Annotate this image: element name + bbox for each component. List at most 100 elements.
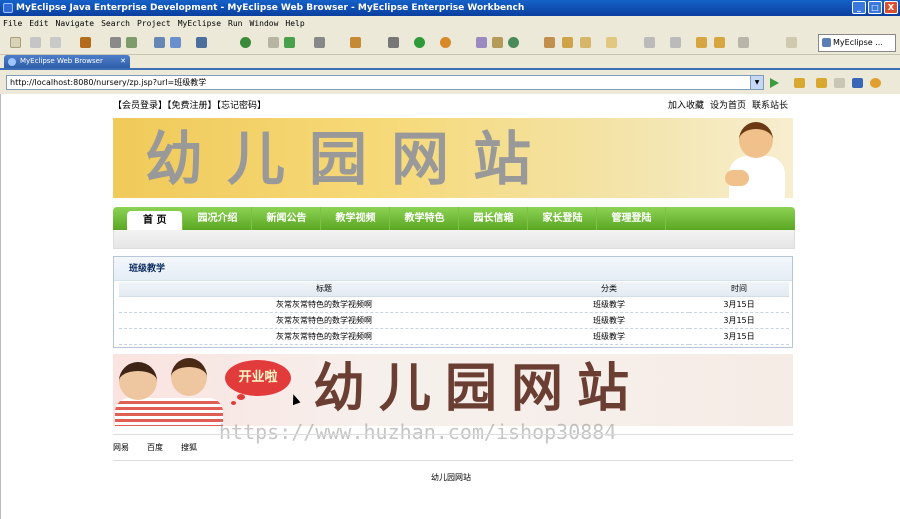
server-icon[interactable]	[126, 37, 137, 48]
table-row: 灰常灰常特色的数学视频啊 班级教学 3月15日	[119, 312, 789, 329]
myeclipse-app-icon	[3, 3, 13, 13]
nav-parent-login[interactable]: 家长登陆	[528, 207, 598, 230]
pencil-icon[interactable]	[562, 37, 573, 48]
menu-myeclipse[interactable]: MyEclipse	[178, 19, 221, 28]
open-resource-icon[interactable]	[492, 37, 503, 48]
web-project-icon[interactable]	[196, 37, 207, 48]
menu-file[interactable]: File	[3, 19, 22, 28]
refresh-icon[interactable]	[508, 37, 519, 48]
refresh-icon[interactable]	[870, 78, 881, 88]
menu-window[interactable]: Window	[250, 19, 279, 28]
folder-icon[interactable]	[268, 37, 279, 48]
bubble-tail	[237, 394, 245, 400]
tab-web-browser[interactable]: MyEclipse Web Browser ✕	[4, 55, 130, 68]
maximize-button[interactable]: □	[868, 1, 882, 14]
deploy-2-icon[interactable]	[170, 37, 181, 48]
stop-icon[interactable]	[852, 78, 863, 88]
content-box: 班级教学 标题 分类 时间 灰常灰常特色的数学视频啊 班级教学 3月15日 灰常…	[113, 256, 793, 348]
utility-links: 加入收藏 设为首页 联系站长	[668, 98, 788, 111]
favorites-icon[interactable]	[794, 78, 805, 88]
camera-icon[interactable]	[314, 37, 325, 48]
search-icon[interactable]	[606, 37, 617, 48]
external-tools-icon[interactable]	[440, 37, 451, 48]
save-icon[interactable]	[30, 37, 41, 48]
gear-icon[interactable]	[388, 37, 399, 48]
forward-icon[interactable]	[834, 78, 845, 88]
window-title: MyEclipse Java Enterprise Development - …	[16, 3, 525, 13]
perspective-switcher[interactable]: MyEclipse ...	[818, 34, 896, 52]
add-favorite-link[interactable]: 加入收藏	[668, 98, 704, 111]
url-input[interactable]: http://localhost:8080/nursery/zp.jsp?url…	[6, 75, 764, 90]
member-links[interactable]: 【会员登录】【免费注册】【忘记密码】	[113, 98, 266, 111]
set-homepage-link[interactable]: 设为首页	[710, 98, 746, 111]
friend-links: 网易 百度 搜狐	[113, 442, 197, 453]
open-type-icon[interactable]	[476, 37, 487, 48]
row-title-link[interactable]: 灰常灰常特色的数学视频啊	[119, 296, 529, 313]
debug-icon[interactable]	[110, 37, 121, 48]
nav-features[interactable]: 教学特色	[390, 207, 460, 230]
divider	[113, 434, 793, 435]
nav-home[interactable]: 首 页	[127, 211, 184, 230]
menu-project[interactable]: Project	[137, 19, 171, 28]
section-title: 班级教学	[114, 257, 792, 281]
browser-viewport: 【会员登录】【免费注册】【忘记密码】 加入收藏 设为首页 联系站长 幼儿园网站 …	[0, 94, 900, 519]
globe-icon	[8, 58, 16, 66]
nav-videos[interactable]: 教学视频	[321, 207, 391, 230]
header-banner: 幼儿园网站	[113, 118, 793, 198]
menu-help[interactable]: Help	[285, 19, 304, 28]
menu-search[interactable]: Search	[101, 19, 130, 28]
globe-icon[interactable]	[240, 37, 251, 48]
link-netease[interactable]: 网易	[113, 442, 129, 453]
banner2-title: 幼儿园网站	[313, 359, 644, 419]
nav-news[interactable]: 新闻公告	[252, 207, 322, 230]
run-icon[interactable]	[414, 37, 425, 48]
menubar: File Edit Navigate Search Project MyEcli…	[0, 16, 900, 31]
url-text: http://localhost:8080/nursery/zp.jsp?url…	[10, 78, 207, 87]
minimize-button[interactable]: _	[852, 1, 866, 14]
row-category: 班级教学	[529, 296, 689, 313]
next-annotation-icon[interactable]	[644, 37, 655, 48]
brush-icon[interactable]	[544, 37, 555, 48]
child-photo	[725, 118, 787, 198]
open-perspective-icon[interactable]	[786, 37, 797, 48]
menu-navigate[interactable]: Navigate	[56, 19, 95, 28]
add-icon[interactable]	[284, 37, 295, 48]
nav-admin-login[interactable]: 管理登陆	[597, 207, 667, 230]
nav-about[interactable]: 园况介绍	[183, 207, 253, 230]
table-row: 灰常灰常特色的数学视频啊 班级教学 3月15日	[119, 328, 789, 345]
back-icon[interactable]	[816, 78, 827, 88]
back-icon[interactable]	[696, 37, 707, 48]
prev-annotation-icon[interactable]	[670, 37, 681, 48]
row-title-link[interactable]: 灰常灰常特色的数学视频啊	[119, 312, 529, 329]
divider	[113, 460, 793, 461]
link-baidu[interactable]: 百度	[147, 442, 163, 453]
class-icon[interactable]	[350, 37, 361, 48]
go-icon[interactable]	[770, 78, 779, 88]
deploy-icon[interactable]	[154, 37, 165, 48]
main-toolbar: MyEclipse ...	[0, 31, 900, 55]
contact-admin-link[interactable]: 联系站长	[752, 98, 788, 111]
menu-run[interactable]: Run	[228, 19, 242, 28]
row-title-link[interactable]: 灰常灰常特色的数学视频啊	[119, 328, 529, 345]
print-icon[interactable]	[50, 37, 61, 48]
footer-banner: 开业啦 幼儿园网站	[113, 354, 793, 426]
menu-edit[interactable]: Edit	[29, 19, 48, 28]
row-time: 3月15日	[689, 312, 789, 329]
package-icon[interactable]	[80, 37, 91, 48]
tab-close-icon[interactable]: ✕	[120, 55, 126, 68]
forward-dropdown-icon[interactable]	[738, 37, 749, 48]
nav-mailbox[interactable]: 园长信箱	[459, 207, 529, 230]
edit-icon[interactable]	[580, 37, 591, 48]
footer-text: 幼儿园网站	[431, 473, 471, 482]
forward-icon[interactable]	[714, 37, 725, 48]
table-row: 灰常灰常特色的数学视频啊 班级教学 3月15日	[119, 296, 789, 313]
url-dropdown-icon[interactable]: ▼	[750, 76, 763, 89]
new-icon[interactable]	[10, 37, 21, 48]
link-sohu[interactable]: 搜狐	[181, 442, 197, 453]
video-table: 标题 分类 时间 灰常灰常特色的数学视频啊 班级教学 3月15日 灰常灰常特色的…	[119, 282, 789, 345]
watermark-text: https://www.huzhan.com/ishop30884	[219, 420, 617, 444]
close-button[interactable]: X	[884, 1, 898, 14]
main-nav: 首 页 园况介绍 新闻公告 教学视频 教学特色 园长信箱 家长登陆 管理登陆	[113, 207, 795, 230]
header-title: 标题	[119, 282, 529, 297]
header-time: 时间	[689, 282, 789, 297]
